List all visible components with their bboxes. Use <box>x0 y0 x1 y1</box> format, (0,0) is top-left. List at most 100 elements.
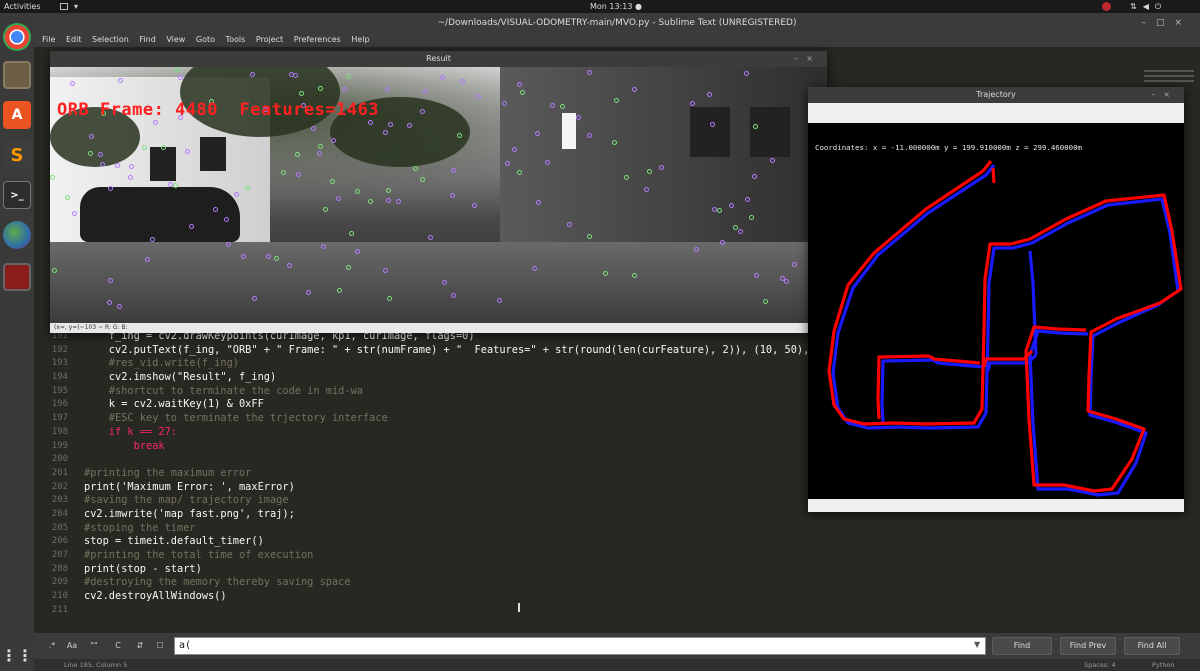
record-icon[interactable] <box>1102 2 1111 11</box>
window-controls[interactable]: –□× <box>1141 13 1192 33</box>
find-prev-button[interactable]: Find Prev <box>1060 637 1116 655</box>
minimize-icon[interactable]: – <box>794 54 806 63</box>
trajectory-window-controls[interactable]: –× <box>1151 87 1178 103</box>
menu-selection[interactable]: Selection <box>92 35 129 44</box>
find-input[interactable]: a( <box>174 637 986 655</box>
minimize-icon[interactable]: – <box>1141 18 1156 28</box>
syntax-setting[interactable]: Python <box>1152 659 1175 671</box>
code-text[interactable]: #printing the total time of execution <box>84 549 313 563</box>
ground-truth-path <box>831 164 1180 497</box>
code-line[interactable]: 204 cv2.imwrite('map fast.png', traj); <box>34 508 814 522</box>
find-button[interactable]: Find <box>992 637 1052 655</box>
workspace-icon[interactable] <box>60 3 68 10</box>
clock[interactable]: Mon 13:13 ● <box>590 0 642 13</box>
code-text[interactable]: #ESC key to terminate the trjectory inte… <box>84 412 388 426</box>
case-toggle[interactable]: Aa <box>64 639 80 653</box>
whole-word-toggle[interactable]: "" <box>86 639 102 653</box>
code-line[interactable]: 197 #ESC key to terminate the trjectory … <box>34 412 814 426</box>
trajectory-window[interactable]: Trajectory –× Coordinates: x = -11.00000… <box>808 87 1184 512</box>
code-text[interactable]: #stoping the timer <box>84 522 196 536</box>
code-line[interactable]: 209 #destroying the memory thereby saving… <box>34 576 814 590</box>
code-line[interactable]: 194 cv2.imshow("Result", f_ing) <box>34 371 814 385</box>
files-icon[interactable] <box>3 61 31 89</box>
code-text[interactable]: if k == 27: <box>84 426 177 440</box>
chevron-down-icon[interactable]: ▼ <box>974 640 980 649</box>
close-icon[interactable]: × <box>806 54 821 63</box>
maximize-icon[interactable]: □ <box>1156 18 1175 28</box>
keypoint-marker <box>252 296 257 301</box>
line-number: 197 <box>51 413 68 424</box>
chrome-icon[interactable] <box>3 23 31 51</box>
keypoint-marker <box>659 165 664 170</box>
minimize-icon[interactable]: – <box>1151 90 1163 99</box>
menu-find[interactable]: Find <box>139 35 155 44</box>
globe-icon[interactable] <box>3 221 31 249</box>
code-line[interactable]: 203 #saving the map/ trajectory image <box>34 494 814 508</box>
code-line[interactable]: 199 break <box>34 440 814 454</box>
code-text[interactable]: cv2.imwrite('map fast.png', traj); <box>84 508 295 522</box>
code-text[interactable]: #res_vid.write(f_ing) <box>84 357 239 371</box>
code-line[interactable]: 195 #shortcut to terminate the code in m… <box>34 385 814 399</box>
code-line[interactable]: 192 cv2.putText(f_ing, "ORB" + " Frame: … <box>34 344 828 358</box>
code-text[interactable]: #shortcut to terminate the code in mid-w… <box>84 385 363 399</box>
code-text[interactable]: print('Maximum Error: ', maxError) <box>84 481 295 495</box>
find-all-button[interactable]: Find All <box>1124 637 1180 655</box>
code-text[interactable]: #saving the map/ trajectory image <box>84 494 289 508</box>
menu-view[interactable]: View <box>166 35 185 44</box>
code-text[interactable]: #printing the maximum error <box>84 467 251 481</box>
highlight-toggle[interactable]: ☐ <box>152 639 168 653</box>
code-text[interactable]: print(stop - start) <box>84 563 202 577</box>
sublime-text-icon[interactable]: S <box>3 141 31 169</box>
software-center-icon[interactable]: A <box>3 101 31 129</box>
indentation-setting[interactable]: Spaces: 4 <box>1084 659 1116 671</box>
code-text[interactable]: k = cv2.waitKey(1) & 0xFF <box>84 398 264 412</box>
menu-project[interactable]: Project <box>256 35 283 44</box>
code-line[interactable]: 205 #stoping the timer <box>34 522 814 536</box>
code-line[interactable]: 211 <box>34 604 814 618</box>
code-area[interactable]: 191 f_ing = cv2.drawKeypoints(curImage, … <box>34 330 828 618</box>
code-line[interactable]: 210 cv2.destroyAllWindows() <box>34 590 814 604</box>
keypoint-marker <box>287 263 292 268</box>
code-text[interactable]: cv2.destroyAllWindows() <box>84 590 227 604</box>
keypoint-marker <box>98 152 103 157</box>
menu-tools[interactable]: Tools <box>226 35 246 44</box>
code-line[interactable]: 193 #res_vid.write(f_ing) <box>34 357 814 371</box>
close-icon[interactable]: × <box>1163 90 1178 99</box>
code-text[interactable]: break <box>84 440 165 454</box>
code-line[interactable]: 207 #printing the total time of execution <box>34 549 814 563</box>
line-number: 206 <box>51 536 68 547</box>
code-line[interactable]: 201 #printing the maximum error <box>34 467 814 481</box>
menu-goto[interactable]: Goto <box>196 35 215 44</box>
code-line[interactable]: 202 print('Maximum Error: ', maxError) <box>34 481 814 495</box>
menu-file[interactable]: File <box>42 35 55 44</box>
chevron-down-icon[interactable]: ▾ <box>74 0 78 13</box>
code-text[interactable]: cv2.putText(f_ing, "ORB" + " Frame: " + … <box>84 344 828 358</box>
activities-button[interactable]: Activities <box>4 0 41 13</box>
code-text[interactable]: #destroying the memory thereby saving sp… <box>84 576 351 590</box>
system-tray[interactable]: ⇅◀⏻ <box>1130 0 1167 13</box>
menu-preferences[interactable]: Preferences <box>294 35 341 44</box>
code-text[interactable]: cv2.imshow("Result", f_ing) <box>84 371 276 385</box>
code-text[interactable]: stop = timeit.default_timer() <box>84 535 264 549</box>
menu-help[interactable]: Help <box>351 35 369 44</box>
keypoint-marker <box>299 91 304 96</box>
result-title-bar[interactable]: Result –× <box>50 51 827 67</box>
keypoint-marker <box>632 273 637 278</box>
code-line[interactable]: 208 print(stop - start) <box>34 563 814 577</box>
code-line[interactable]: 198 if k == 27: <box>34 426 814 440</box>
keypoint-marker <box>472 203 477 208</box>
trajectory-title-bar[interactable]: Trajectory –× <box>808 87 1184 103</box>
result-window-controls[interactable]: –× <box>794 51 821 67</box>
regex-toggle[interactable]: .* <box>44 639 60 653</box>
in-selection-toggle[interactable]: ⇵ <box>132 639 148 653</box>
menu-edit[interactable]: Edit <box>66 35 82 44</box>
terminal-icon[interactable]: >_ <box>3 181 31 209</box>
code-line[interactable]: 200 <box>34 453 814 467</box>
result-window[interactable]: Result –× ORB Frame: 4480 Features=1463 … <box>50 51 827 333</box>
close-icon[interactable]: × <box>1174 18 1192 28</box>
app-icon[interactable] <box>3 263 31 291</box>
code-line[interactable]: 206 stop = timeit.default_timer() <box>34 535 814 549</box>
code-line[interactable]: 196 k = cv2.waitKey(1) & 0xFF <box>34 398 814 412</box>
wrap-toggle[interactable]: C <box>110 639 126 653</box>
show-applications-icon[interactable]: ⋮⋮ <box>1 641 33 669</box>
